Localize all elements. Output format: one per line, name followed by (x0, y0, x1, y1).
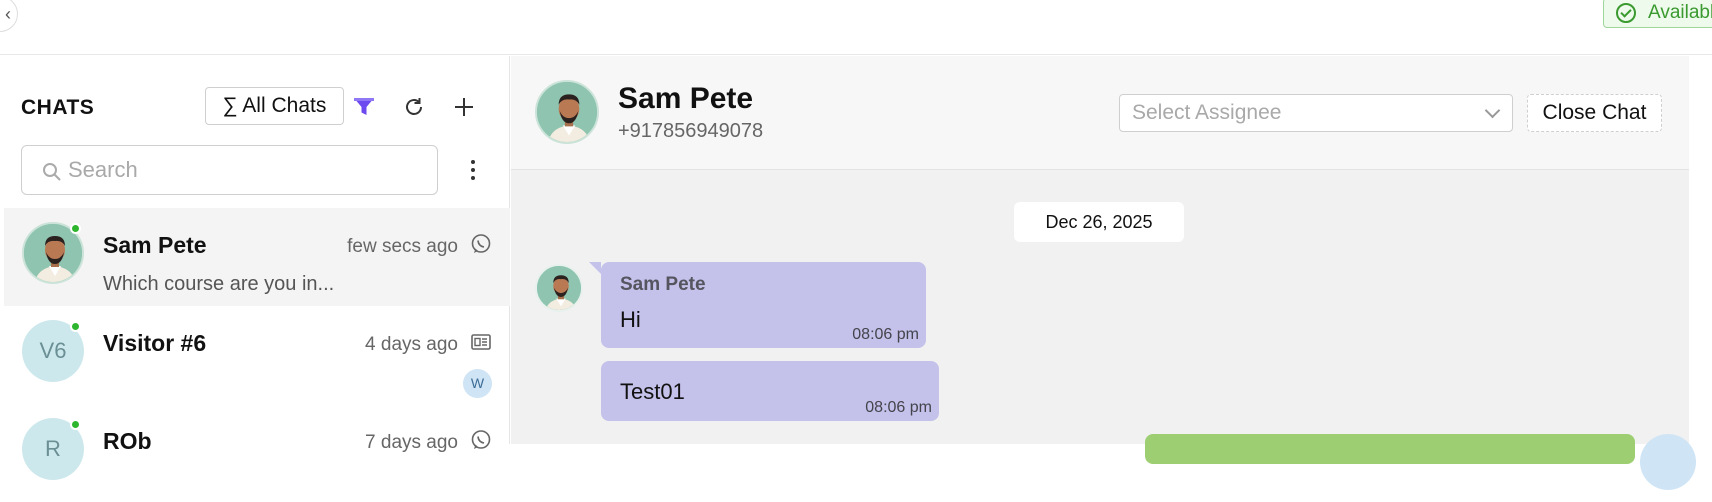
message-text: Hi (620, 307, 641, 332)
chat-name: ROb (103, 428, 152, 454)
more-options-button[interactable] (463, 158, 483, 184)
webchat-icon (471, 334, 491, 350)
message-sender: Sam Pete (620, 274, 706, 295)
chat-list-item[interactable]: Sam Pete Which course are you in... few … (4, 208, 510, 306)
conversation-header: Sam Pete +917856949078 Select Assignee C… (511, 56, 1689, 170)
message-time: 08:06 pm (852, 326, 919, 343)
outgoing-message-bubble (1145, 434, 1635, 464)
message-bubble: Sam Pete Hi 08:06 pm (589, 262, 926, 348)
contact-name: Sam Pete (618, 82, 754, 115)
chats-heading: CHATS (21, 96, 95, 119)
chat-time: 4 days ago (365, 334, 458, 355)
assignee-placeholder: Select Assignee (1132, 101, 1282, 124)
chat-name: Visitor #6 (103, 330, 207, 356)
select-assignee-dropdown[interactable]: Select Assignee (1119, 94, 1513, 132)
availability-label: Available (1648, 2, 1712, 23)
chevron-down-icon (1484, 102, 1501, 119)
refresh-icon (406, 98, 422, 115)
message-avatar (535, 264, 583, 312)
conversation-panel: Sam Pete +917856949078 Select Assignee C… (511, 56, 1696, 490)
chat-list-item[interactable]: R ROb 7 days ago (4, 404, 510, 502)
online-indicator (70, 419, 81, 430)
message-text: Test01 (620, 379, 685, 404)
collapse-button[interactable]: ‹ (0, 0, 18, 32)
message-time: 08:06 pm (865, 399, 932, 416)
close-chat-button[interactable]: Close Chat (1527, 94, 1662, 132)
new-chat-button[interactable] (449, 92, 479, 122)
chat-name: Sam Pete (103, 232, 207, 258)
whatsapp-icon (471, 234, 491, 253)
filter-icon (354, 98, 374, 115)
search-placeholder: Search (68, 157, 138, 182)
top-bar: ‹ Available (0, 0, 1712, 55)
refresh-button[interactable] (399, 92, 429, 122)
chat-preview: Which course are you in... (103, 273, 335, 295)
chat-time: 7 days ago (365, 432, 458, 453)
agent-avatar (1640, 434, 1696, 490)
chat-list-panel: CHATS ∑ All Chats Search Sam Pete Which … (4, 56, 510, 480)
all-chats-dropdown[interactable]: ∑ All Chats (205, 87, 344, 125)
message-bubble: Test01 08:06 pm (601, 361, 939, 421)
assignee-badge: W (463, 369, 492, 398)
online-indicator (70, 321, 81, 332)
contact-avatar (535, 80, 599, 144)
search-input[interactable]: Search (21, 145, 438, 195)
search-icon (43, 163, 61, 181)
online-indicator (70, 223, 81, 234)
availability-status-button[interactable]: Available (1603, 0, 1712, 28)
contact-phone: +917856949078 (618, 120, 764, 142)
check-circle-icon (1616, 3, 1636, 23)
whatsapp-icon (471, 430, 491, 449)
filter-button[interactable] (349, 92, 379, 122)
plus-icon (455, 98, 473, 116)
chat-time: few secs ago (347, 236, 458, 257)
chat-list-item[interactable]: V6 Visitor #6 4 days ago W (4, 306, 510, 404)
date-separator: Dec 26, 2025 (1014, 202, 1184, 242)
